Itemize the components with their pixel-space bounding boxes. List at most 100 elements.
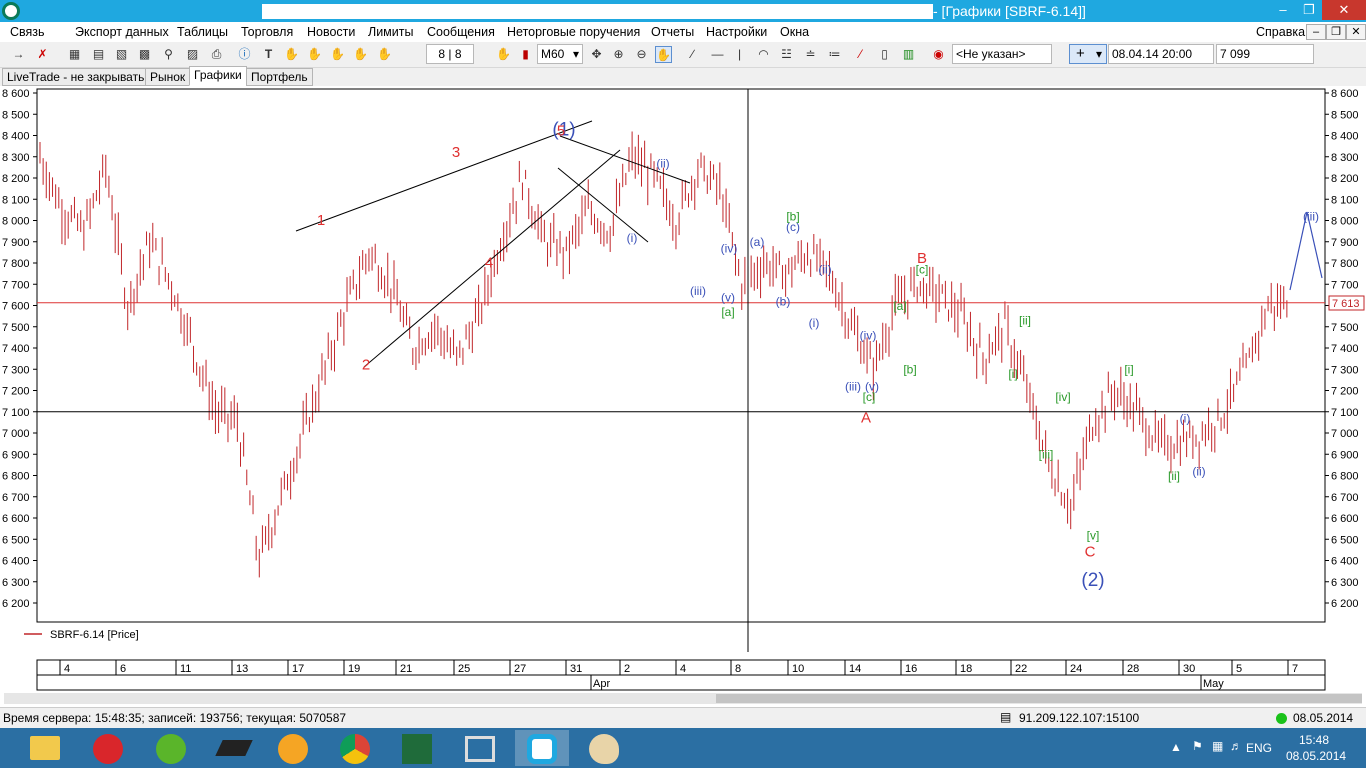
y-tick-label-right: 7 300 (1331, 364, 1359, 376)
indicator-icon[interactable]: ▥ (900, 46, 917, 63)
hline-icon[interactable]: — (709, 46, 726, 63)
explorer-icon[interactable] (18, 730, 72, 766)
text-tool-icon[interactable]: T (260, 46, 277, 63)
account-field[interactable]: <Не указан> (952, 44, 1052, 64)
chart-area-bg (0, 86, 1366, 706)
crosshair-button[interactable]: + ▾ (1069, 44, 1107, 64)
print-icon[interactable]: ⎙ (208, 46, 225, 63)
tray-chevron-icon[interactable]: ▲ (1170, 740, 1182, 754)
y-tick-label-right: 7 700 (1331, 279, 1359, 291)
mdi-restore-icon[interactable]: ❐ (1326, 24, 1346, 40)
record-counter: 8 | 8 (426, 44, 474, 64)
menu-bar: Связь Экспорт данных Таблицы Торговля Но… (0, 22, 1366, 42)
app-green-icon[interactable] (144, 730, 198, 766)
info-icon[interactable]: ⓘ (236, 46, 253, 63)
menu-messages[interactable]: Сообщения (427, 25, 495, 39)
tray-volume-icon[interactable]: ♬ (1230, 739, 1242, 753)
vline-icon[interactable]: | (731, 46, 748, 63)
app-red-icon[interactable] (81, 730, 135, 766)
menu-reports[interactable]: Отчеты (651, 25, 694, 39)
chrome-icon[interactable] (328, 730, 382, 766)
menu-trading[interactable]: Торговля (241, 25, 293, 39)
x-tick-label: 5 (1236, 663, 1242, 675)
hand-2-icon[interactable]: ✋ (306, 46, 323, 63)
connect-icon[interactable]: → (10, 46, 27, 63)
table-icon[interactable]: ▦ (66, 46, 83, 63)
wave-label: [iii] (1039, 448, 1054, 462)
menu-nontrading[interactable]: Неторговые поручения (507, 25, 640, 39)
hand-5-icon[interactable]: ✋ (376, 46, 393, 63)
y-tick-label-right: 7 800 (1331, 258, 1359, 270)
paint-icon[interactable] (577, 730, 631, 766)
minimize-icon[interactable]: – (1270, 0, 1296, 20)
tab-charts[interactable]: Графики (189, 66, 247, 86)
restore-icon[interactable]: ❐ (1296, 0, 1322, 20)
menu-windows[interactable]: Окна (780, 25, 809, 39)
disconnect-icon[interactable]: ✗ (34, 46, 51, 63)
plot-frame (36, 88, 1326, 623)
tab-livetrade[interactable]: LiveTrade - не закрывать! (2, 68, 153, 86)
filter-icon[interactable]: ▨ (184, 46, 201, 63)
menu-export[interactable]: Экспорт данных (75, 25, 169, 39)
move-icon[interactable]: ✥ (588, 46, 605, 63)
y-tick-label-left: 8 600 (2, 88, 30, 100)
fibo-icon[interactable]: ≔ (826, 46, 843, 63)
h-scrollbar[interactable] (4, 693, 1362, 704)
menu-tables[interactable]: Таблицы (177, 25, 228, 39)
arc-icon[interactable]: ◠ (755, 46, 772, 63)
app-wing-icon[interactable] (207, 730, 261, 766)
excel-icon[interactable] (390, 730, 444, 766)
tab-market[interactable]: Рынок (145, 68, 191, 86)
cursor-datetime: 08.04.14 20:00 (1108, 44, 1214, 64)
trendline-icon[interactable]: ∕ (684, 46, 701, 63)
menu-news[interactable]: Новости (307, 25, 355, 39)
network-icon: ▤ (1000, 710, 1012, 724)
menu-svyaz[interactable]: Связь (10, 25, 45, 39)
h-scrollbar-thumb[interactable] (716, 694, 1362, 703)
hand-4-icon[interactable]: ✋ (352, 46, 369, 63)
delete-lines-icon[interactable]: ⁄ (852, 46, 869, 63)
y-tick-label-right: 6 500 (1331, 534, 1359, 546)
hand-1-icon[interactable]: ✋ (283, 46, 300, 63)
search-table-icon[interactable]: ⚲ (160, 46, 177, 63)
app-orange-icon[interactable] (266, 730, 320, 766)
wave-label: A (861, 409, 871, 426)
hand-select-icon[interactable]: ✋ (655, 46, 672, 63)
mdi-minimize-icon[interactable]: – (1306, 24, 1326, 40)
quik-task-icon[interactable] (515, 730, 569, 766)
tray-language[interactable]: ENG (1246, 741, 1272, 755)
channel-icon[interactable]: ≐ (802, 46, 819, 63)
hand-3-icon[interactable]: ✋ (329, 46, 346, 63)
tab-portfolio[interactable]: Портфель (246, 68, 313, 86)
tray-time[interactable]: 15:48 (1299, 733, 1329, 747)
quotes-icon[interactable]: ▤ (90, 46, 107, 63)
menu-settings[interactable]: Настройки (706, 25, 767, 39)
orders-icon[interactable]: ▧ (113, 46, 130, 63)
y-tick-label-left: 8 300 (2, 152, 30, 164)
fan-icon[interactable]: ☳ (778, 46, 795, 63)
x-tick-label: 30 (1183, 663, 1195, 675)
zoom-out-icon[interactable]: ⊖ (633, 46, 650, 63)
close-icon[interactable]: ✕ (1322, 0, 1366, 20)
deals-icon[interactable]: ▩ (136, 46, 153, 63)
menu-help[interactable]: Справка (1256, 25, 1305, 39)
y-tick-label-left: 7 500 (2, 322, 30, 334)
menu-limits[interactable]: Лимиты (368, 25, 413, 39)
y-tick-label-right: 7 600 (1331, 301, 1359, 313)
y-tick-label-left: 6 700 (2, 492, 30, 504)
tray-flag-icon[interactable]: ⚑ (1192, 739, 1203, 753)
interval-select[interactable]: M60 ▾ (537, 44, 583, 64)
quik-app-icon[interactable] (2, 2, 20, 20)
mdi-close-icon[interactable]: ✕ (1346, 24, 1366, 40)
bars-icon[interactable]: ▯ (876, 46, 893, 63)
app-gray-icon[interactable] (453, 730, 507, 766)
price-chart[interactable]: 8 600 8 500 8 400 8 300 8 200 8 100 8 000 7 900… (0, 0, 1366, 707)
wave-label: [c] (863, 390, 876, 404)
zoom-in-icon[interactable]: ⊕ (610, 46, 627, 63)
y-tick-label-left: 7 300 (2, 364, 30, 376)
pan-icon[interactable]: ✋ (495, 46, 512, 63)
chart-type-icon[interactable]: ▮ (517, 46, 534, 63)
tray-network-icon[interactable]: ▦ (1212, 739, 1223, 753)
account-icon[interactable]: ◉ (930, 46, 947, 63)
tray-date[interactable]: 08.05.2014 (1286, 749, 1346, 763)
